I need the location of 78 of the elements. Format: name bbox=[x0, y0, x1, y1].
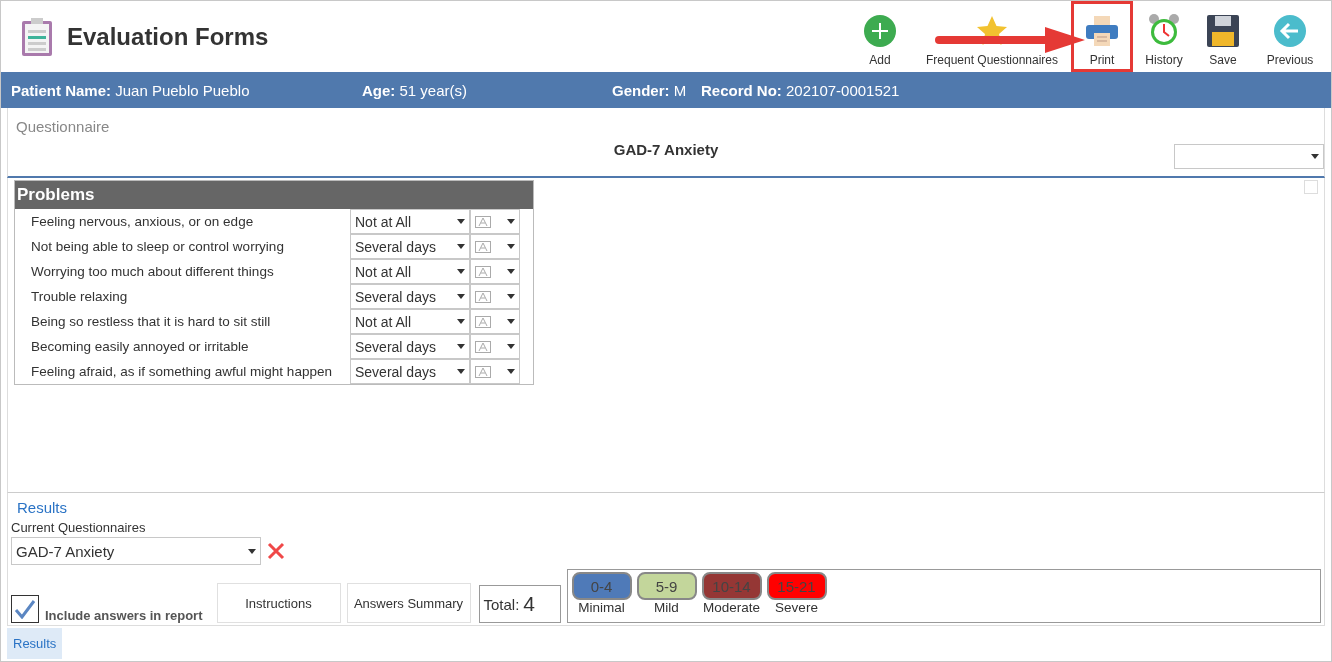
severity-label: Moderate bbox=[702, 600, 760, 615]
patient-field: Record No: 202107-0001521 bbox=[701, 81, 900, 99]
field-label: Current Questionnaires bbox=[11, 520, 147, 535]
note-dropdown[interactable] bbox=[470, 284, 520, 309]
range-chip: 10-14 bbox=[701, 572, 762, 600]
total-label: Total: bbox=[483, 595, 520, 613]
question-text: Being so restless that it is hard to sit still bbox=[30, 314, 272, 329]
answer-dropdown[interactable]: Not at All bbox=[350, 259, 470, 284]
page-title: Evaluation Forms bbox=[67, 22, 269, 51]
caret-icon bbox=[457, 244, 465, 249]
panel-header: Problems bbox=[15, 181, 533, 209]
text-style-icon bbox=[475, 265, 491, 278]
text-style-icon bbox=[475, 340, 491, 353]
text-style-icon bbox=[475, 365, 491, 378]
question-text: Feeling afraid, as if something awful might happen bbox=[30, 364, 333, 379]
dropdown[interactable] bbox=[1174, 144, 1324, 169]
printer-icon bbox=[1085, 15, 1119, 47]
caret-icon bbox=[507, 369, 515, 374]
text-style-icon bbox=[475, 215, 491, 228]
note-dropdown[interactable] bbox=[470, 334, 520, 359]
severity-label: Mild bbox=[654, 600, 679, 615]
note-dropdown[interactable] bbox=[470, 359, 520, 384]
patient-field: Patient Name: Juan Pueblo Pueblo bbox=[11, 81, 362, 99]
answer-dropdown[interactable]: Not at All bbox=[350, 309, 470, 334]
question-text: Not being able to sleep or control worrying bbox=[30, 239, 285, 254]
action-button[interactable]: Instructions bbox=[216, 583, 341, 623]
patient-field: Age: 51 year(s) bbox=[362, 81, 612, 99]
range-chip: 0-4 bbox=[571, 572, 632, 600]
answer-dropdown[interactable]: Not at All bbox=[350, 209, 470, 234]
note-dropdown[interactable] bbox=[470, 234, 520, 259]
question-text: Trouble relaxing bbox=[30, 289, 129, 304]
checkbox-label: Include answers in report bbox=[45, 608, 203, 623]
severity-label: Minimal bbox=[578, 600, 625, 615]
caret-icon bbox=[248, 548, 256, 554]
answer-dropdown[interactable]: Several days bbox=[350, 334, 470, 359]
toolbar-button[interactable]: Print bbox=[1071, 1, 1133, 72]
text-style-icon bbox=[475, 240, 491, 253]
total-value: 4 bbox=[523, 592, 536, 616]
plus-icon bbox=[864, 15, 896, 47]
caret-icon bbox=[457, 294, 465, 299]
caret-icon bbox=[507, 294, 515, 299]
checkbox[interactable] bbox=[11, 595, 39, 623]
section-label: Questionnaire bbox=[15, 117, 111, 135]
question-text: Becoming easily annoyed or irritable bbox=[30, 339, 250, 354]
caret-icon bbox=[457, 344, 465, 349]
text-style-icon bbox=[475, 315, 491, 328]
caret-icon bbox=[507, 244, 515, 249]
note-dropdown[interactable] bbox=[470, 209, 520, 234]
section-heading: Results bbox=[17, 499, 69, 516]
caret-icon bbox=[1311, 154, 1319, 159]
question-text: Feeling nervous, anxious, or on edge bbox=[30, 214, 255, 229]
caret-icon bbox=[457, 269, 465, 274]
questionnaire-dropdown[interactable]: GAD-7 Anxiety bbox=[11, 537, 261, 565]
answer-dropdown[interactable]: Several days bbox=[350, 234, 470, 259]
question-text: Worrying too much about different things bbox=[30, 264, 275, 279]
range-chip: 5-9 bbox=[636, 572, 697, 600]
close-icon[interactable] bbox=[267, 542, 285, 560]
tab[interactable]: Results bbox=[7, 628, 63, 659]
caret-icon bbox=[507, 319, 515, 324]
answer-dropdown[interactable]: Several days bbox=[350, 359, 470, 384]
caret-icon bbox=[457, 319, 465, 324]
caret-icon bbox=[507, 269, 515, 274]
severity-label: Severe bbox=[775, 600, 818, 615]
action-button[interactable]: Answers Summary bbox=[346, 583, 471, 623]
caret-icon bbox=[507, 344, 515, 349]
text-style-icon bbox=[475, 290, 491, 303]
questionnaire-title: GAD-7 Anxiety bbox=[613, 141, 719, 158]
answer-dropdown[interactable]: Several days bbox=[350, 284, 470, 309]
caret-icon bbox=[457, 219, 465, 224]
alarm-clock-icon bbox=[1148, 13, 1180, 47]
range-chip: 15-21 bbox=[766, 572, 827, 600]
caret-icon bbox=[507, 219, 515, 224]
note-dropdown[interactable] bbox=[470, 309, 520, 334]
caret-icon bbox=[457, 369, 465, 374]
note-dropdown[interactable] bbox=[470, 259, 520, 284]
clipboard-icon bbox=[21, 16, 53, 57]
patient-field: Gender: M bbox=[612, 81, 701, 99]
scroll-up-button[interactable] bbox=[1304, 180, 1318, 194]
